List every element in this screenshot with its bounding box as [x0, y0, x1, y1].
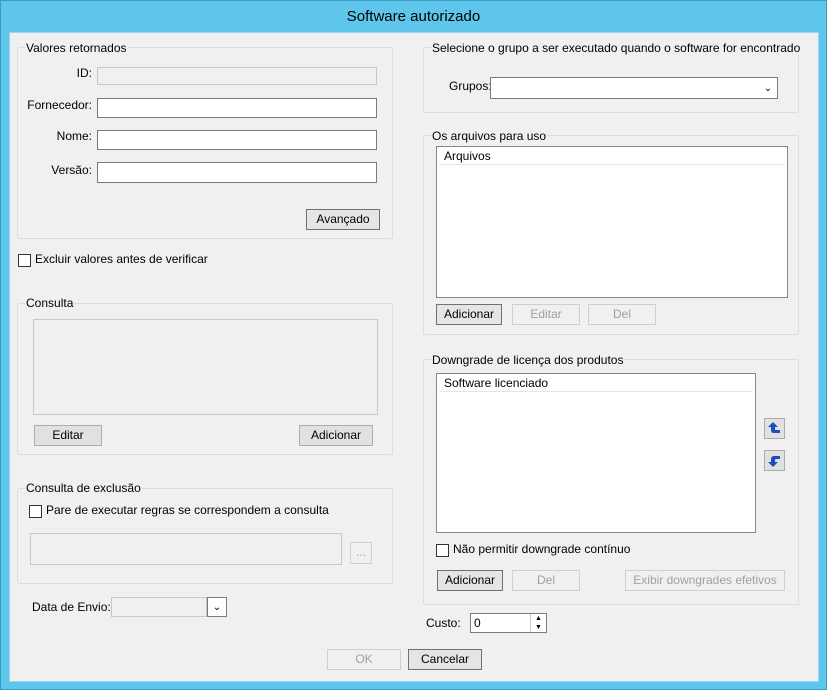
- chevron-down-icon: ⌄: [763, 82, 773, 94]
- browse-button[interactable]: ...: [350, 542, 372, 564]
- nome-label: Nome:: [56, 129, 92, 143]
- pare-executar-checkbox[interactable]: [29, 505, 42, 518]
- dialog-client-area: Valores retornados ID: Fornecedor: Nome:…: [9, 32, 819, 682]
- consulta-textbox[interactable]: [33, 319, 378, 415]
- versao-field[interactable]: [97, 162, 377, 183]
- grupos-select[interactable]: ⌄: [490, 77, 778, 99]
- arrow-down-icon: [768, 456, 780, 467]
- arquivos-editar-button[interactable]: Editar: [512, 304, 580, 325]
- consulta-editar-button[interactable]: Editar: [34, 425, 102, 446]
- custo-value: 0: [474, 616, 481, 630]
- window-title: Software autorizado: [346, 8, 481, 25]
- excluir-valores-label: Excluir valores antes de verificar: [35, 252, 208, 266]
- arquivos-adicionar-button[interactable]: Adicionar: [436, 304, 502, 325]
- consulta-title: Consulta: [25, 296, 75, 310]
- fornecedor-field[interactable]: [97, 98, 377, 118]
- nao-permitir-downgrade-checkbox[interactable]: [436, 544, 449, 557]
- custo-label: Custo:: [426, 616, 461, 630]
- excluir-valores-checkbox[interactable]: [18, 254, 31, 267]
- data-envio-dropdown-button[interactable]: ⌄: [207, 597, 227, 617]
- move-down-button[interactable]: [764, 450, 785, 471]
- downgrade-del-button[interactable]: Del: [512, 570, 580, 591]
- custo-stepper[interactable]: 0 ▲ ▼: [470, 613, 547, 633]
- consulta-exclusao-title: Consulta de exclusão: [25, 481, 142, 495]
- arquivos-del-button[interactable]: Del: [588, 304, 656, 325]
- consulta-exclusao-textbox[interactable]: [30, 533, 342, 565]
- downgrade-column-header[interactable]: Software licenciado: [439, 375, 753, 392]
- versao-label: Versão:: [51, 163, 92, 177]
- cancelar-button[interactable]: Cancelar: [408, 649, 482, 670]
- arquivos-title: Os arquivos para uso: [431, 129, 548, 143]
- nao-permitir-downgrade-label: Não permitir downgrade contínuo: [453, 542, 631, 556]
- id-label: ID:: [76, 66, 92, 80]
- fornecedor-label: Fornecedor:: [27, 98, 92, 112]
- grupos-label: Grupos:: [449, 79, 492, 93]
- arrow-up-icon: [768, 422, 780, 433]
- data-envio-field[interactable]: [111, 597, 207, 617]
- data-envio-label: Data de Envio:: [32, 600, 111, 614]
- spin-down-icon[interactable]: ▼: [531, 623, 546, 632]
- pare-executar-label: Pare de executar regras se correspondem …: [46, 503, 329, 517]
- consulta-adicionar-button[interactable]: Adicionar: [299, 425, 373, 446]
- valores-retornados-title: Valores retornados: [25, 41, 128, 55]
- spin-up-icon[interactable]: ▲: [531, 614, 546, 623]
- downgrade-title: Downgrade de licença dos produtos: [431, 353, 625, 367]
- grupo-title: Selecione o grupo a ser executado quando…: [431, 41, 802, 55]
- downgrade-list[interactable]: Software licenciado: [436, 373, 756, 533]
- ok-button[interactable]: OK: [327, 649, 401, 670]
- downgrade-adicionar-button[interactable]: Adicionar: [437, 570, 503, 591]
- exibir-downgrades-button[interactable]: Exibir downgrades efetivos: [625, 570, 785, 591]
- arquivos-list[interactable]: Arquivos: [436, 146, 788, 298]
- avancado-button[interactable]: Avançado: [306, 209, 380, 230]
- arquivos-column-header[interactable]: Arquivos: [439, 148, 785, 165]
- nome-field[interactable]: [97, 130, 377, 150]
- custo-spin-buttons[interactable]: ▲ ▼: [530, 614, 546, 632]
- dialog-window: Software autorizado Valores retornados I…: [0, 0, 827, 690]
- move-up-button[interactable]: [764, 418, 785, 439]
- id-field[interactable]: [97, 67, 377, 85]
- chevron-down-icon: ⌄: [212, 601, 222, 613]
